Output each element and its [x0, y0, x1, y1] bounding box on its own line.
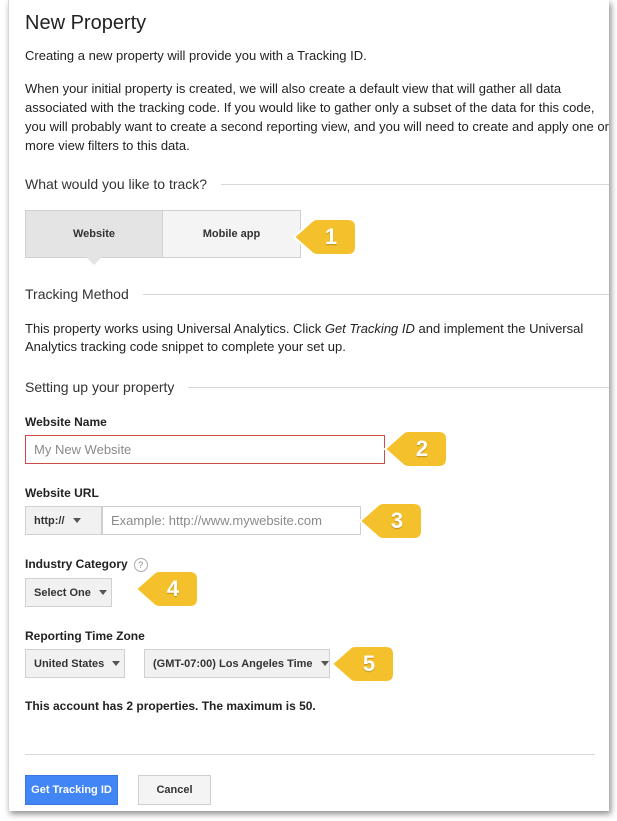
setup-heading-text: Setting up your property	[25, 379, 175, 395]
callout-number: 4	[166, 576, 180, 601]
description-line: more view filters to this data.	[25, 138, 190, 153]
callout-number: 2	[415, 436, 429, 461]
callout-number: 5	[362, 651, 376, 676]
tracking-method-heading: Tracking Method	[25, 286, 609, 302]
page-title: New Property	[25, 12, 147, 34]
footer-divider	[25, 754, 595, 755]
callout-badge: 3	[358, 500, 424, 542]
tracking-method-text-part: This property works using Universal Anal…	[25, 321, 325, 336]
industry-category-label: Industry Category?	[25, 557, 148, 572]
section-divider	[188, 386, 609, 388]
mobile-app-option-button[interactable]: Mobile app	[163, 210, 301, 258]
callout-badge: 5	[330, 643, 396, 685]
industry-category-value: Select One	[34, 586, 91, 599]
website-option-button[interactable]: Website	[25, 210, 163, 265]
tracking-method-line: This property works using Universal Anal…	[25, 320, 615, 338]
chevron-down-icon	[320, 661, 329, 666]
property-count-summary: This account has 2 properties. The maxim…	[25, 699, 316, 713]
callout-badge: 4	[134, 568, 200, 610]
section-divider	[142, 293, 609, 295]
country-dropdown[interactable]: United States	[25, 649, 125, 678]
website-name-label: Website Name	[25, 415, 107, 429]
description-line: you will probably want to create a secon…	[25, 119, 609, 134]
description-line: When your initial property is created, w…	[25, 81, 562, 96]
tracking-method-line: Analytics tracking code snippet to compl…	[25, 339, 346, 354]
country-value: United States	[34, 657, 105, 670]
setup-section-heading: Setting up your property	[25, 379, 609, 395]
tracking-method-text: This property works using Universal Anal…	[25, 320, 615, 356]
industry-category-dropdown[interactable]: Select One	[25, 578, 112, 607]
website-url-label: Website URL	[25, 486, 99, 500]
chevron-down-icon	[98, 590, 107, 595]
section-divider	[221, 183, 609, 185]
intro-text: Creating a new property will provide you…	[25, 48, 367, 63]
time-zone-dropdown[interactable]: (GMT-07:00) Los Angeles Time	[144, 649, 330, 678]
protocol-dropdown[interactable]: http://	[25, 506, 102, 535]
track-type-toggle: Website Mobile app	[25, 210, 301, 265]
get-tracking-id-reference: Get Tracking ID	[324, 321, 415, 336]
callout-number: 1	[324, 224, 338, 249]
tracking-method-text-part: and implement the Universal	[414, 321, 584, 336]
track-heading-text: What would you like to track?	[25, 176, 208, 192]
callout-number: 3	[390, 508, 404, 533]
time-zone-value: (GMT-07:00) Los Angeles Time	[153, 657, 313, 670]
description-line: associated with the tracking code. If yo…	[25, 100, 595, 115]
get-tracking-id-button[interactable]: Get Tracking ID	[25, 775, 118, 805]
website-url-input[interactable]	[102, 506, 361, 535]
website-name-input[interactable]	[25, 435, 385, 464]
cancel-button[interactable]: Cancel	[138, 775, 211, 805]
industry-category-label-text: Industry Category	[25, 557, 128, 571]
new-property-panel: New Property Creating a new property wil…	[8, 0, 609, 811]
protocol-value: http://	[34, 514, 65, 527]
callout-badge: 1	[292, 216, 358, 258]
chevron-down-icon	[112, 661, 121, 666]
chevron-down-icon	[72, 518, 81, 523]
track-section-heading: What would you like to track?	[25, 176, 609, 192]
description-text: When your initial property is created, w…	[25, 79, 615, 155]
reporting-time-zone-label: Reporting Time Zone	[25, 629, 145, 643]
tracking-method-heading-text: Tracking Method	[25, 286, 129, 302]
callout-badge: 2	[383, 428, 449, 470]
